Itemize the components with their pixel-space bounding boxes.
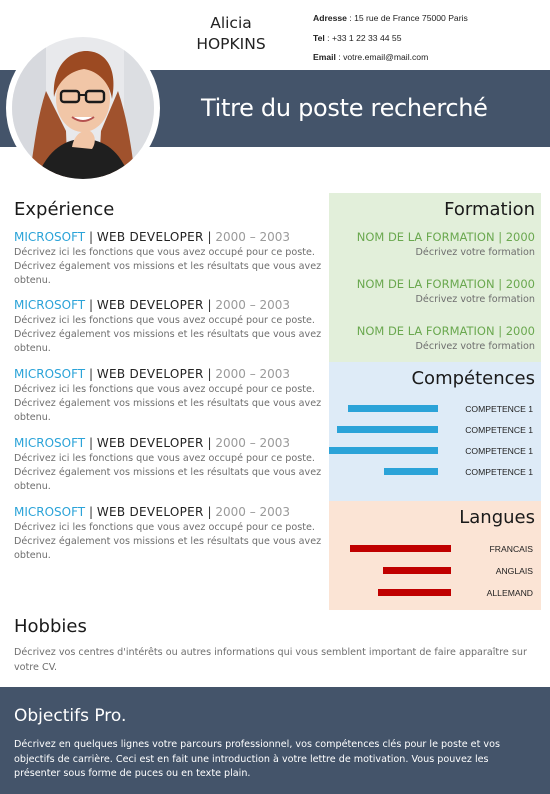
formation-item: NOM DE LA FORMATION | 2000 Décrivez votr… [357, 230, 535, 260]
role-dates: 2000 – 2003 [215, 436, 291, 450]
candidate-name: Alicia HOPKINS [188, 13, 274, 55]
portrait-illustration [9, 34, 157, 182]
contact-address: Adresse : 15 rue de France 75000 Paris [313, 11, 468, 31]
experience-description: Décrivez ici les fonctions que vous avez… [14, 247, 322, 287]
language-bar [378, 589, 451, 596]
job-title: Titre du poste recherché [201, 94, 488, 122]
language-bar [350, 545, 451, 552]
heading-separator: | [203, 367, 216, 381]
formation-name: NOM DE LA FORMATION | 2000 [356, 324, 535, 338]
formation-description: Décrivez votre formation [415, 247, 535, 258]
tel-label: Tel [313, 32, 325, 43]
contact-phone: Tel : +33 1 22 33 44 55 [313, 31, 468, 51]
formation-name: NOM DE LA FORMATION | 2000 [356, 230, 535, 244]
last-name: HOPKINS [196, 35, 266, 53]
experience-heading: MICROSOFT | WEB DEVELOPER | 2000 – 2003 [14, 229, 326, 245]
heading-separator: | [203, 230, 216, 244]
langues-panel: Langues FRANCAIS ANGLAIS ALLEMAND [329, 501, 541, 610]
experience-description: Décrivez ici les fonctions que vous avez… [14, 315, 322, 355]
formation-name: NOM DE LA FORMATION | 2000 [356, 277, 535, 291]
role-title: WEB DEVELOPER [96, 436, 204, 450]
language-label: ALLEMAND [486, 588, 533, 598]
experience-item: MICROSOFT | WEB DEVELOPER | 2000 – 2003 … [14, 297, 326, 357]
formation-item: NOM DE LA FORMATION | 2000 Décrivez votr… [357, 277, 535, 307]
skill-bar [329, 447, 438, 454]
heading-separator: | [203, 505, 216, 519]
role-title: WEB DEVELOPER [96, 298, 204, 312]
company-name: MICROSOFT [14, 505, 86, 519]
heading-separator: | [85, 367, 97, 381]
experience-heading: MICROSOFT | WEB DEVELOPER | 2000 – 2003 [14, 297, 326, 313]
role-title: WEB DEVELOPER [96, 505, 204, 519]
skill-label: COMPETENCE 1 [465, 467, 533, 477]
experience-item: MICROSOFT | WEB DEVELOPER | 2000 – 2003 … [14, 504, 326, 564]
heading-separator: | [203, 436, 216, 450]
language-label: FRANCAIS [489, 544, 533, 554]
language-row: FRANCAIS [329, 542, 541, 556]
experience-description: Décrivez ici les fonctions que vous avez… [14, 384, 322, 424]
heading-separator: | [85, 505, 97, 519]
experience-heading: MICROSOFT | WEB DEVELOPER | 2000 – 2003 [14, 435, 326, 451]
language-label: ANGLAIS [495, 566, 533, 576]
email-label: Email [313, 52, 336, 62]
hobbies-text: Décrivez vos centres d'intérêts ou autre… [14, 647, 527, 673]
formation-description: Décrivez votre formation [415, 294, 535, 305]
skill-row: COMPETENCE 1 [329, 444, 541, 458]
company-name: MICROSOFT [14, 436, 86, 450]
experience-description: Décrivez ici les fonctions que vous avez… [14, 522, 322, 562]
language-bar [383, 567, 451, 574]
langues-title: Langues [459, 507, 535, 528]
objectives-title: Objectifs Pro. [14, 706, 127, 726]
company-name: MICROSOFT [14, 298, 86, 312]
skill-row: COMPETENCE 1 [329, 423, 541, 437]
skill-label: COMPETENCE 1 [465, 446, 533, 456]
formation-title: Formation [444, 199, 535, 220]
profile-photo [6, 31, 160, 185]
skill-row: COMPETENCE 1 [329, 465, 541, 479]
address-label: Adresse [313, 13, 347, 23]
skill-bar [348, 405, 438, 412]
formation-item: NOM DE LA FORMATION | 2000 Décrivez votr… [357, 324, 535, 354]
heading-separator: | [85, 230, 97, 244]
heading-separator: | [85, 298, 97, 312]
competences-title: Compétences [411, 368, 535, 389]
objectives-text: Décrivez en quelques lignes votre parcou… [14, 739, 500, 779]
skill-label: COMPETENCE 1 [465, 404, 533, 414]
role-dates: 2000 – 2003 [215, 298, 291, 312]
contact-block: Adresse : 15 rue de France 75000 Paris T… [313, 11, 468, 70]
role-dates: 2000 – 2003 [215, 230, 291, 244]
experience-heading: MICROSOFT | WEB DEVELOPER | 2000 – 2003 [14, 504, 326, 520]
heading-separator: | [203, 298, 216, 312]
experience-item: MICROSOFT | WEB DEVELOPER | 2000 – 2003 … [14, 229, 326, 289]
hobbies-title: Hobbies [14, 616, 87, 637]
formation-panel: Formation NOM DE LA FORMATION | 2000 Déc… [329, 193, 541, 362]
contact-email: Email : votre.email@mail.com [313, 50, 468, 70]
company-name: MICROSOFT [14, 367, 86, 381]
skill-row: COMPETENCE 1 [329, 402, 541, 416]
role-title: WEB DEVELOPER [96, 230, 204, 244]
language-row: ALLEMAND [329, 586, 541, 600]
first-name: Alicia [210, 14, 252, 32]
skill-label: COMPETENCE 1 [465, 425, 533, 435]
role-dates: 2000 – 2003 [215, 367, 291, 381]
company-name: MICROSOFT [14, 230, 86, 244]
address-value: : 15 rue de France 75000 Paris [346, 13, 468, 23]
language-row: ANGLAIS [329, 564, 541, 578]
tel-value: : +33 1 22 33 44 55 [324, 32, 402, 43]
heading-separator: | [85, 436, 97, 450]
experience-item: MICROSOFT | WEB DEVELOPER | 2000 – 2003 … [14, 366, 326, 426]
experience-heading: MICROSOFT | WEB DEVELOPER | 2000 – 2003 [14, 366, 326, 382]
role-dates: 2000 – 2003 [215, 505, 291, 519]
experience-item: MICROSOFT | WEB DEVELOPER | 2000 – 2003 … [14, 435, 326, 495]
formation-description: Décrivez votre formation [415, 341, 535, 352]
role-title: WEB DEVELOPER [96, 367, 204, 381]
skill-bar [384, 468, 438, 475]
skill-bar [337, 426, 438, 433]
competences-panel: Compétences COMPETENCE 1 COMPETENCE 1 CO… [329, 362, 541, 501]
email-value: : votre.email@mail.com [335, 52, 429, 62]
experience-title: Expérience [14, 199, 115, 220]
experience-description: Décrivez ici les fonctions que vous avez… [14, 453, 322, 493]
